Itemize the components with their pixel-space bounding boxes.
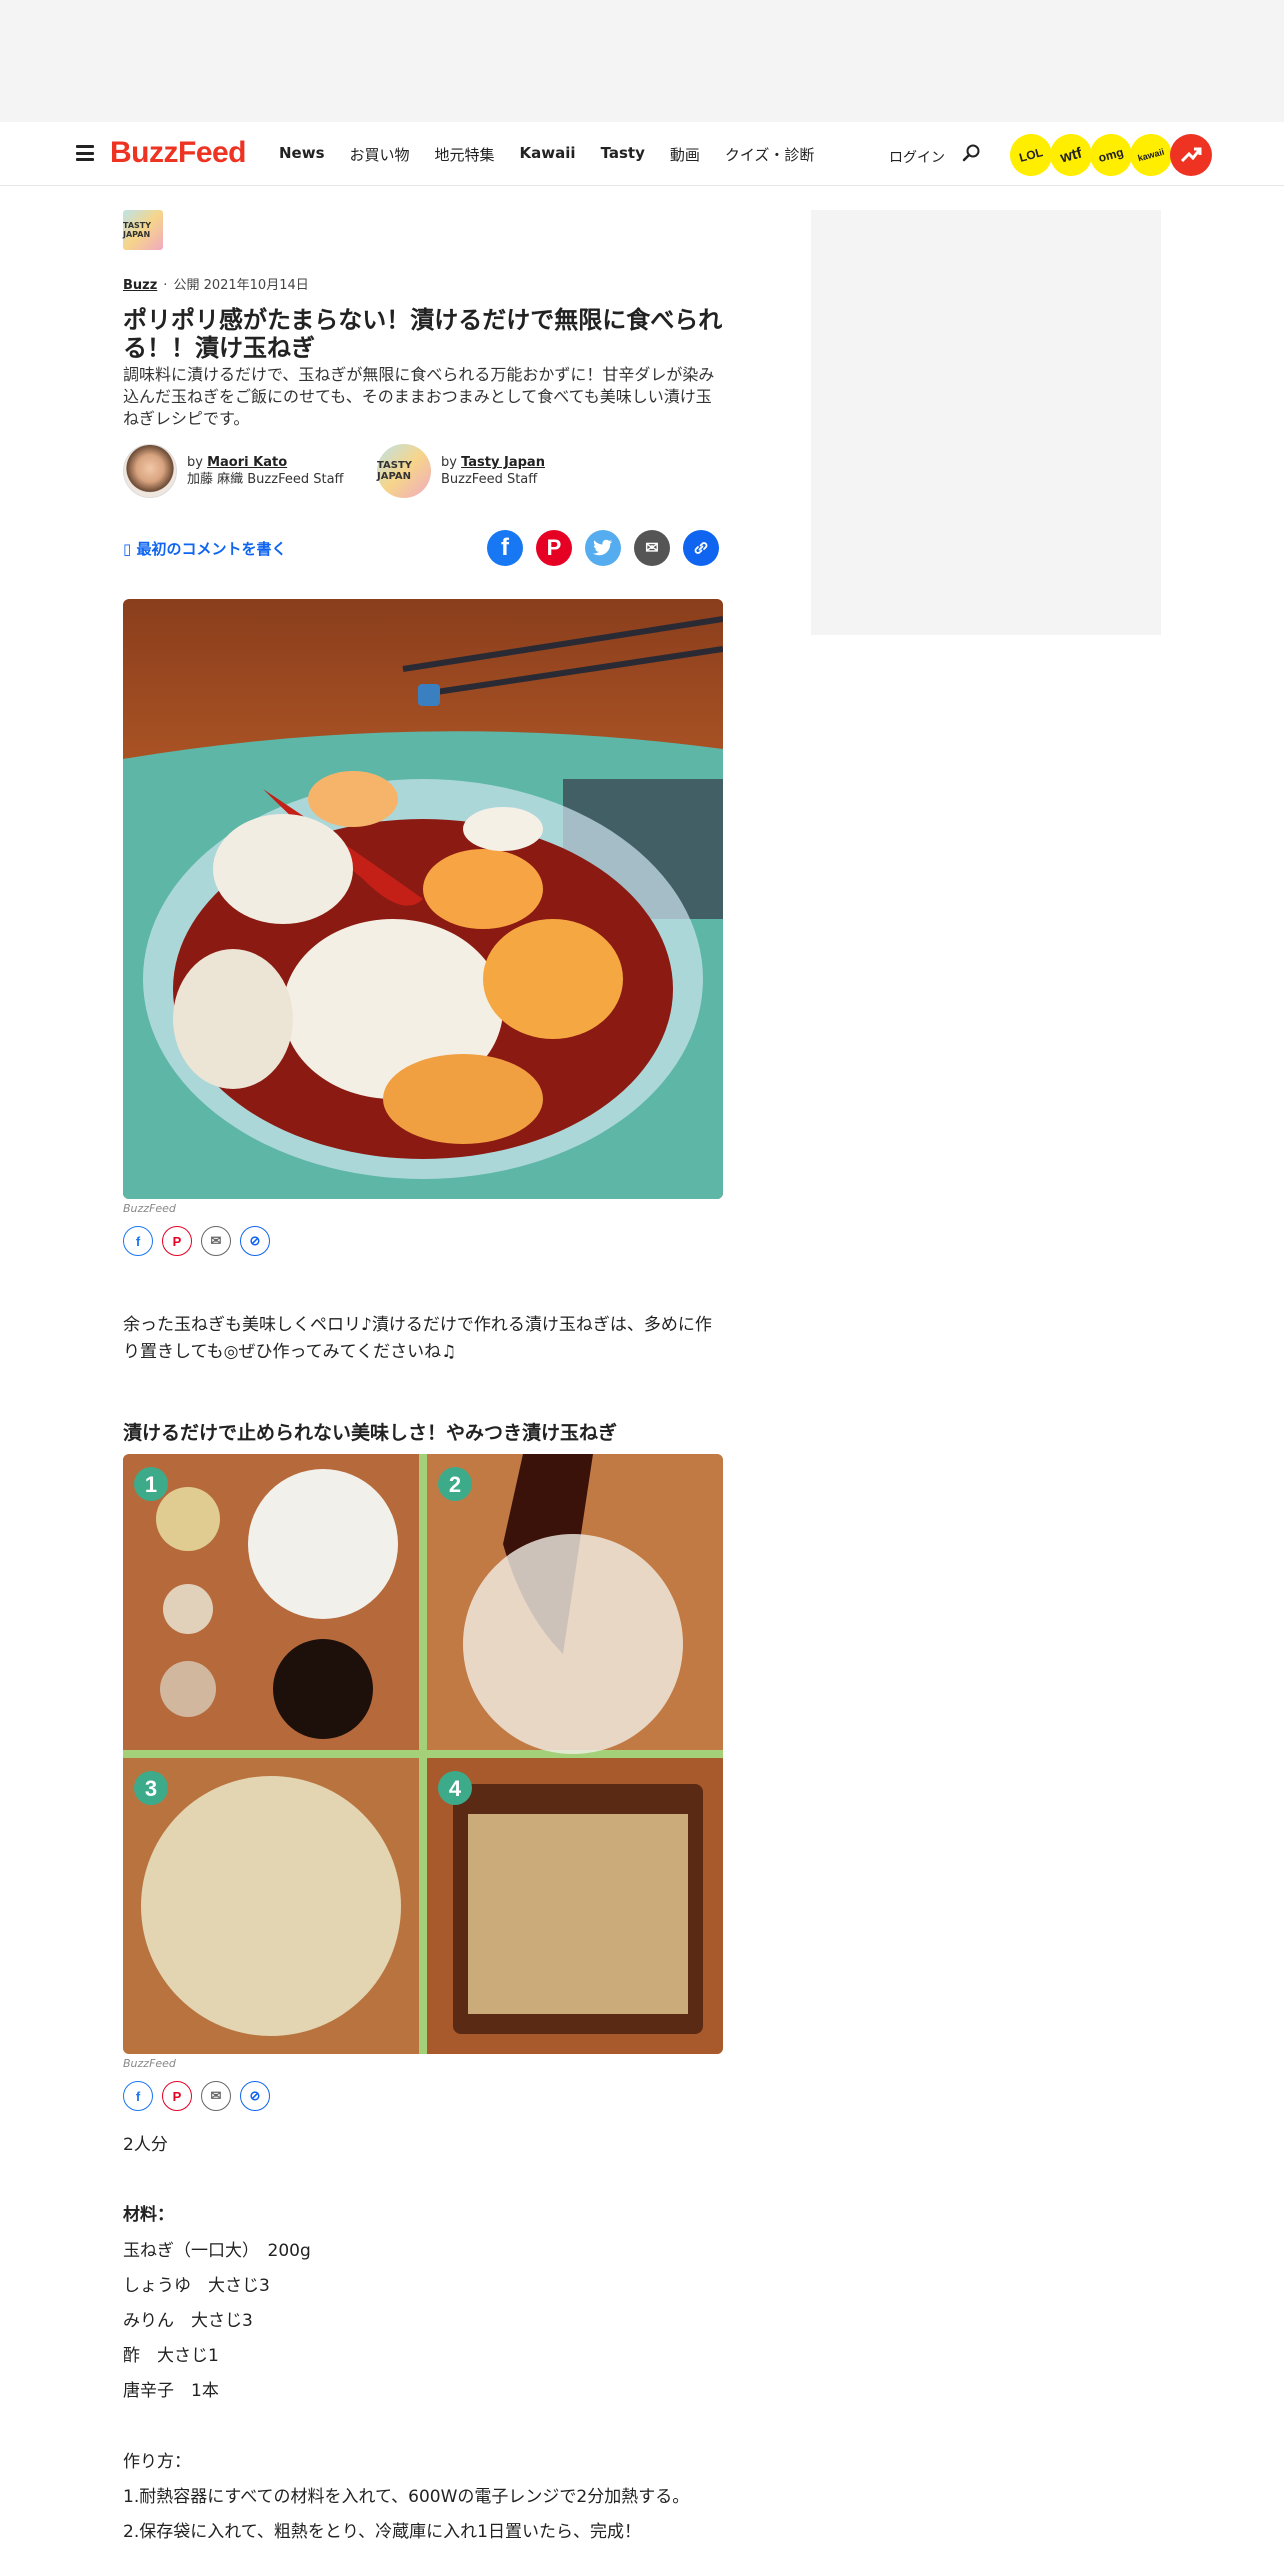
author-card: TASTY JAPAN by Tasty Japan BuzzFeed Staf…	[377, 444, 545, 498]
author-by: by	[187, 455, 203, 470]
copy-link-icon[interactable]: ⊘	[240, 2081, 270, 2111]
nav-links: News お買い物 地元特集 Kawaii Tasty 動画 クイズ・診断	[279, 144, 839, 165]
image-share-row: f P ✉ ⊘	[123, 1226, 270, 1256]
recipe-steps-photo[interactable]: 1 2 3 4	[123, 1454, 723, 2054]
copy-link-icon[interactable]: ⊘	[240, 1226, 270, 1256]
email-share-icon[interactable]: ✉	[201, 1226, 231, 1256]
nav-link-local[interactable]: 地元特集	[435, 144, 495, 165]
facebook-share-icon[interactable]: f	[123, 1226, 153, 1256]
login-link[interactable]: ログイン	[889, 147, 945, 167]
facebook-share-icon[interactable]: f	[123, 2081, 153, 2111]
reaction-badges: LOL wtf omg kawaii	[1005, 129, 1212, 181]
pinterest-share-icon[interactable]: P	[162, 1226, 192, 1256]
step-number-1: 1	[145, 1472, 157, 1497]
copy-link-icon[interactable]	[683, 530, 719, 566]
method-title: 作り方：	[123, 2452, 191, 2472]
buzzfeed-logo[interactable]: BuzzFeed	[110, 136, 247, 170]
email-share-icon[interactable]: ✉	[201, 2081, 231, 2111]
author-by: by	[441, 455, 457, 470]
author-name-link[interactable]: Tasty Japan	[461, 455, 545, 470]
image-credit: BuzzFeed	[123, 1202, 176, 1215]
recipe-subheading: 漬けるだけで止められない美味しさ！やみつき漬け玉ねぎ	[123, 1422, 618, 1444]
twitter-share-icon[interactable]	[585, 530, 621, 566]
pinterest-share-icon[interactable]: P	[536, 530, 572, 566]
top-ad-banner	[0, 0, 1284, 122]
comment-icon: ▯	[123, 540, 137, 558]
author-name-link[interactable]: Maori Kato	[207, 455, 287, 470]
meta-separator: ·	[163, 278, 168, 293]
image-share-row: f P ✉ ⊘	[123, 2081, 270, 2111]
author-card: by Maori Kato 加藤 麻織 BuzzFeed Staff	[123, 444, 344, 498]
publish-date: 公開 2021年10月14日	[173, 278, 309, 293]
menu-icon[interactable]	[76, 145, 94, 161]
author-info: by Maori Kato 加藤 麻織 BuzzFeed Staff	[187, 454, 344, 488]
pinterest-share-icon[interactable]: P	[162, 2081, 192, 2111]
sidebar-ad	[811, 210, 1161, 635]
ingredient-item: 玉ねぎ（一口大） 200g	[123, 2241, 311, 2261]
trending-icon[interactable]	[1170, 134, 1212, 176]
ingredient-item: 酢 大さじ1	[123, 2346, 219, 2366]
badge-kawaii[interactable]: kawaii	[1125, 129, 1177, 181]
article-title: ポリポリ感がたまらない！漬けるだけで無限に食べられる！！漬け玉ねぎ	[123, 306, 723, 362]
nav-link-news[interactable]: News	[279, 144, 325, 165]
avatar[interactable]	[123, 444, 177, 498]
step-number-2: 2	[449, 1472, 461, 1497]
author-info: by Tasty Japan BuzzFeed Staff	[441, 454, 545, 488]
step-number-3: 3	[145, 1776, 157, 1801]
author-staff-label: BuzzFeed Staff	[441, 472, 538, 487]
article-meta: Buzz · 公開 2021年10月14日	[123, 274, 309, 293]
avatar[interactable]: TASTY JAPAN	[377, 444, 431, 498]
nav-link-videos[interactable]: 動画	[670, 144, 700, 165]
category-link[interactable]: Buzz	[123, 278, 157, 293]
email-share-icon[interactable]: ✉	[634, 530, 670, 566]
method-step: 1.耐熱容器にすべての材料を入れて、600Wの電子レンジで2分加熱する。	[123, 2487, 690, 2507]
servings: 2人分	[123, 2135, 168, 2155]
intro-paragraph: 余った玉ねぎも美味しくペロリ♪漬けるだけで作れる漬け玉ねぎは、多めに作り置きして…	[123, 1315, 712, 1362]
tasty-japan-category-icon[interactable]: TASTY JAPAN	[123, 210, 163, 250]
ingredient-item: 唐辛子 1本	[123, 2381, 219, 2401]
top-nav: BuzzFeed News お買い物 地元特集 Kawaii Tasty 動画 …	[0, 122, 1284, 186]
nav-link-shopping[interactable]: お買い物	[350, 144, 410, 165]
step-number-4: 4	[449, 1776, 462, 1801]
ingredient-item: みりん 大さじ3	[123, 2311, 253, 2331]
facebook-share-icon[interactable]: f	[487, 530, 523, 566]
ingredients-title: 材料：	[123, 2205, 174, 2225]
pickled-onion-photo[interactable]	[123, 599, 723, 1199]
ingredient-item: しょうゆ 大さじ3	[123, 2276, 270, 2296]
author-staff-label: 加藤 麻織 BuzzFeed Staff	[187, 472, 344, 487]
share-row: f P ✉	[487, 530, 719, 566]
nav-link-kawaii[interactable]: Kawaii	[520, 144, 576, 165]
article-description: 調味料に漬けるだけで、玉ねぎが無限に食べられる万能おかずに！甘辛ダレが染み込んだ…	[123, 365, 715, 428]
image-credit: BuzzFeed	[123, 2057, 176, 2070]
nav-link-tasty[interactable]: Tasty	[601, 144, 645, 165]
nav-link-quiz[interactable]: クイズ・診断	[725, 144, 815, 165]
method-step: 2.保存袋に入れて、粗熱をとり、冷蔵庫に入れ1日置いたら、完成！	[123, 2522, 641, 2542]
write-first-comment-link[interactable]: ▯ 最初のコメントを書く	[123, 538, 287, 559]
comment-link-label: 最初のコメントを書く	[136, 540, 287, 558]
search-icon[interactable]	[962, 143, 982, 163]
